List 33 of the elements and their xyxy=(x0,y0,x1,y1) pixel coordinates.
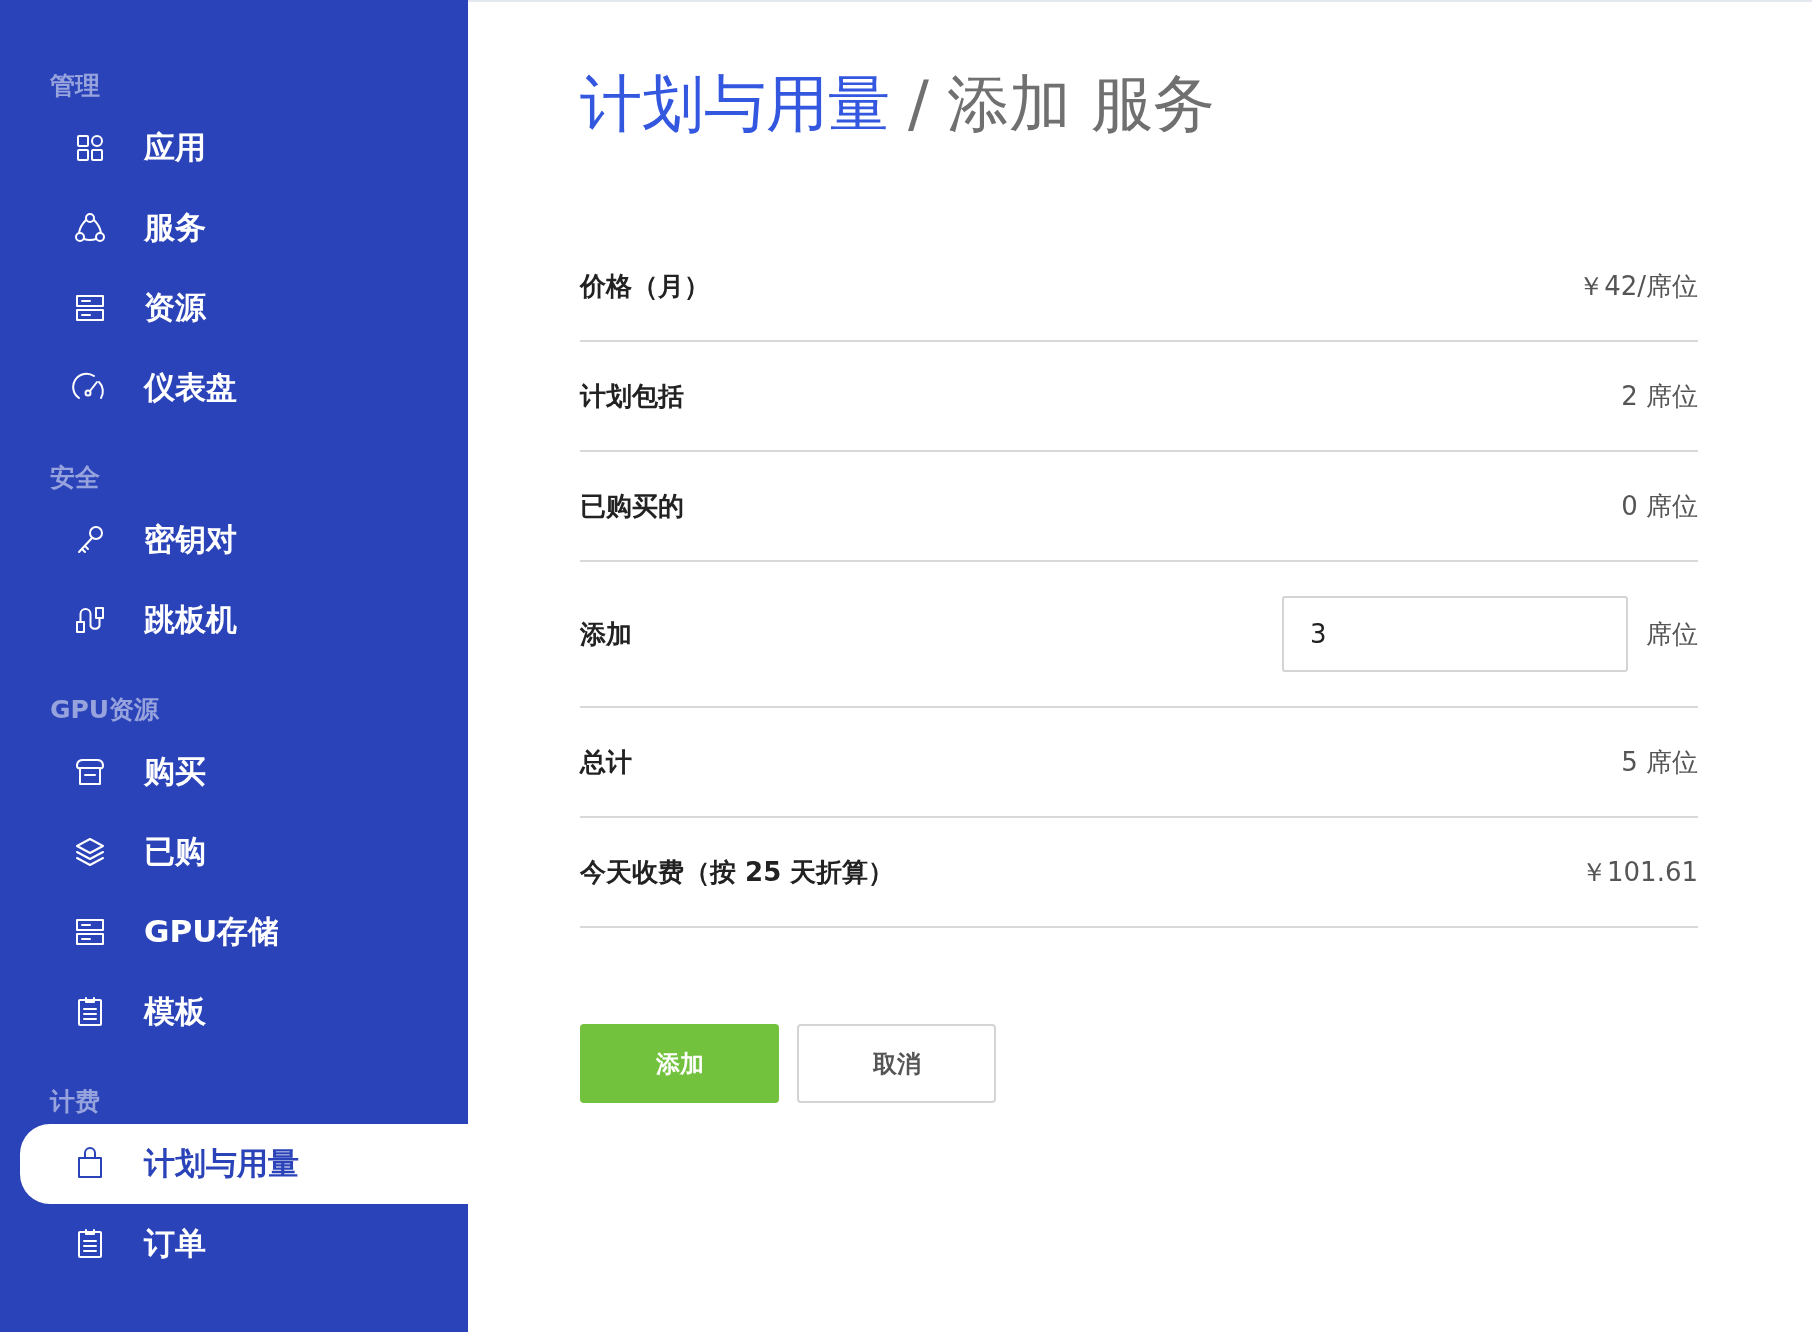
row-label: 已购买的 xyxy=(580,489,684,523)
nav-item[interactable]: 应用 xyxy=(20,108,468,188)
nav-item[interactable]: 密钥对 xyxy=(20,500,468,580)
row-value: 0 席位 xyxy=(1621,489,1698,523)
row-label: 添加 xyxy=(580,617,632,651)
nav-item[interactable]: GPU存储 xyxy=(20,892,468,972)
page-title: 添加 服务 xyxy=(946,66,1215,142)
nav-item[interactable]: 仪表盘 xyxy=(20,348,468,428)
nav-item[interactable]: 已购 xyxy=(20,812,468,892)
row-label: 价格（月） xyxy=(580,269,710,303)
nav-item[interactable]: 服务 xyxy=(20,188,468,268)
section-heading: 计费 xyxy=(48,1086,101,1118)
section-heading: GPU资源 xyxy=(49,694,161,726)
nav-item[interactable]: 模板 xyxy=(20,972,468,1052)
nav-item[interactable]: 资源 xyxy=(20,268,468,348)
quantity-field[interactable]: 3 xyxy=(1282,596,1628,672)
row-label: 计划包括 xyxy=(580,379,684,413)
nav-item[interactable]: 跳板机 xyxy=(20,580,468,660)
row-label: 今天收费（按 25 天折算） xyxy=(580,855,895,889)
row-value: ￥101.61 xyxy=(1581,855,1698,889)
breadcrumb-link[interactable]: 计划与用量 xyxy=(580,62,890,146)
cancel-button[interactable]: 取消 xyxy=(797,1024,996,1103)
breadcrumb-separator: / xyxy=(908,67,929,140)
unit-label: 席位 xyxy=(1646,617,1698,651)
row-value: ￥42/席位 xyxy=(1578,269,1698,303)
section-heading: 管理 xyxy=(49,70,101,102)
row-label: 总计 xyxy=(580,745,632,779)
nav-item[interactable]: 计划与用量 xyxy=(20,1124,468,1204)
section-heading: 安全 xyxy=(49,462,101,494)
row-value: 2 席位 xyxy=(1621,379,1698,413)
nav-item[interactable]: 购买 xyxy=(20,732,468,812)
row-value: 5 席位 xyxy=(1621,745,1698,779)
nav-item[interactable]: 订单 xyxy=(20,1204,468,1284)
